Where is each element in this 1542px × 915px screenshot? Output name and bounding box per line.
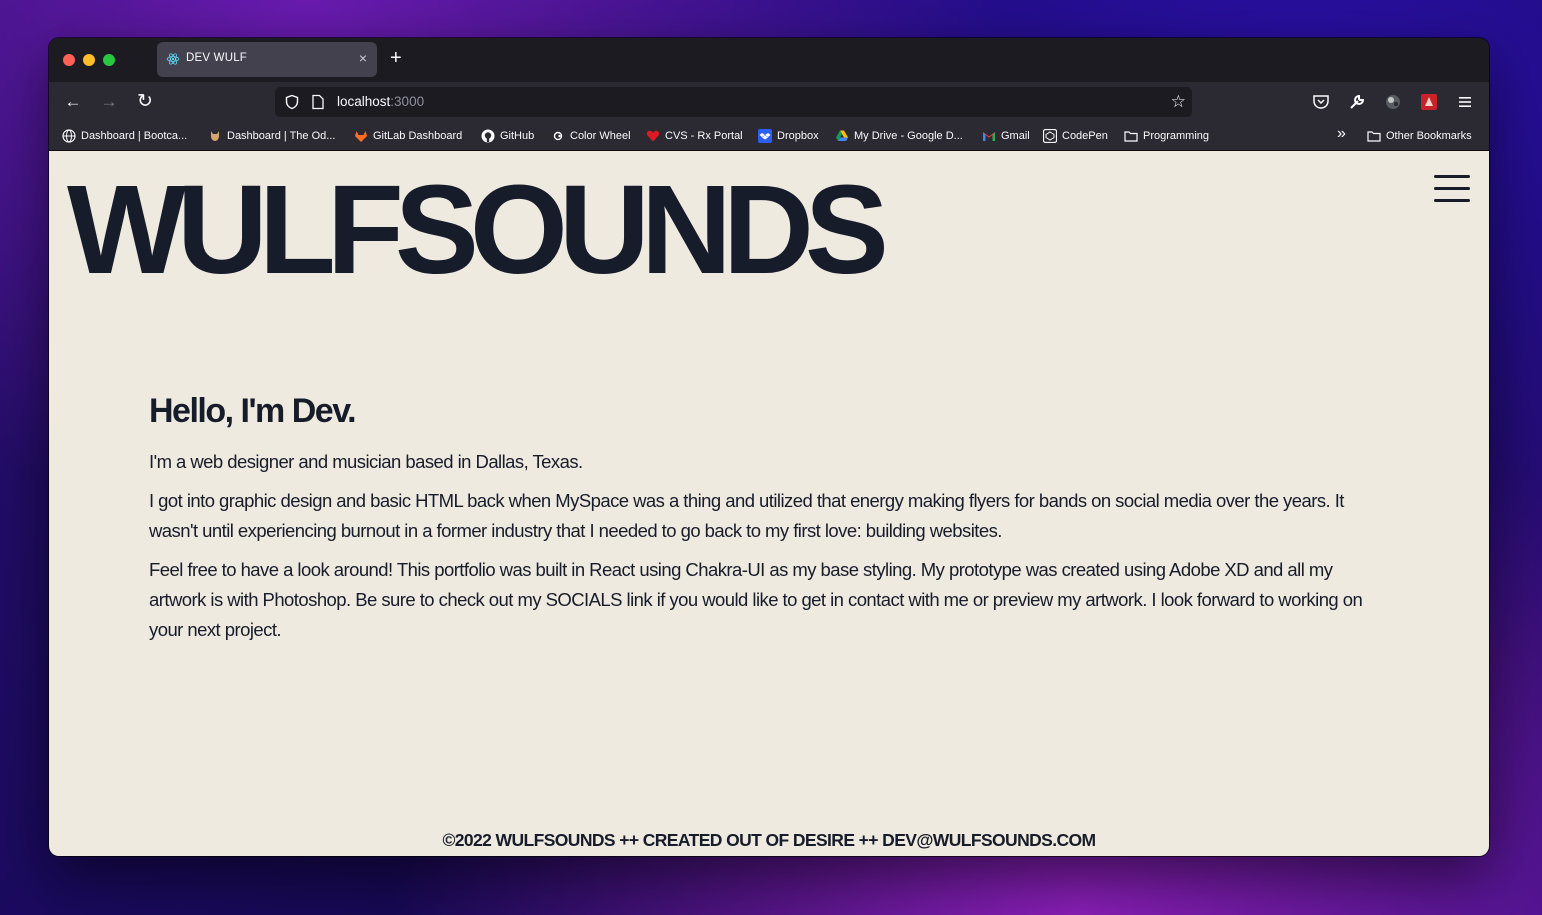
tab-close-icon[interactable]: ×	[359, 50, 367, 66]
extension-icon[interactable]	[1383, 92, 1403, 112]
zoom-window-button[interactable]	[103, 54, 115, 66]
tab-title: DEV WULF	[186, 52, 248, 64]
shield-icon[interactable]	[284, 94, 300, 110]
bookmark-item[interactable]: Gmail	[982, 128, 1030, 144]
bookmark-item[interactable]: My Drive - Google D...	[835, 128, 963, 144]
bookmark-star-icon[interactable]: ☆	[1171, 92, 1186, 112]
bookmarks-overflow-chevron-icon[interactable]: »	[1337, 125, 1346, 142]
drive-icon	[836, 130, 848, 141]
menu-icon[interactable]	[1455, 92, 1475, 112]
intro-heading: Hello, I'm Dev.	[149, 392, 357, 430]
url-text[interactable]: localhost:3000	[337, 94, 424, 109]
browser-window: DEV WULF × + ← → ↻ localhost:3000 ☆ Dash…	[49, 38, 1489, 856]
tab-strip: DEV WULF × +	[49, 38, 1489, 82]
dropbox-icon	[758, 129, 772, 143]
heart-icon	[646, 130, 660, 142]
gmail-icon	[983, 132, 995, 141]
reload-button[interactable]: ↻	[134, 91, 156, 113]
bookmark-item[interactable]: Dropbox	[758, 128, 819, 144]
codepen-icon	[1043, 129, 1057, 143]
folder-icon	[1367, 131, 1381, 142]
site-footer: ©2022 WULFSOUNDS ++ CREATED OUT OF DESIR…	[442, 830, 1096, 850]
intro-paragraph: I'm a web designer and musician based in…	[149, 451, 583, 472]
bookmark-item[interactable]: GitLab Dashboard	[354, 128, 462, 144]
react-icon	[166, 53, 180, 65]
pocket-icon[interactable]	[1311, 92, 1331, 112]
site-logo[interactable]: WULFSOUNDS	[67, 155, 889, 305]
bookmark-folder-programming[interactable]: Programming	[1124, 128, 1209, 144]
bookmark-item[interactable]: Dashboard | The Od...	[208, 128, 335, 144]
bookmark-item[interactable]: Color Wheel	[551, 128, 631, 144]
back-button[interactable]: ←	[62, 91, 84, 113]
new-tab-button[interactable]: +	[390, 48, 402, 68]
tab-dev-wulf[interactable]: DEV WULF ×	[157, 42, 377, 77]
page-content: WULFSOUNDS Hello, I'm Dev. I'm a web des…	[49, 151, 1489, 856]
bookmark-item[interactable]: Dashboard | Bootca...	[62, 128, 187, 144]
gitlab-icon	[355, 131, 367, 142]
page-icon	[312, 94, 324, 110]
color-wheel-icon	[553, 131, 563, 141]
wrench-icon[interactable]	[1347, 92, 1367, 112]
minimize-window-button[interactable]	[83, 54, 95, 66]
portfolio-paragraph: Feel free to have a look around! This po…	[149, 559, 1363, 640]
close-window-button[interactable]	[63, 54, 75, 66]
forward-button[interactable]: →	[98, 91, 120, 113]
navigation-bar: ← → ↻ localhost:3000 ☆	[49, 82, 1489, 122]
other-bookmarks-folder[interactable]: Other Bookmarks	[1367, 128, 1472, 144]
bookmark-item[interactable]: CVS - Rx Portal	[646, 128, 743, 144]
hamburger-menu-icon[interactable]	[1434, 175, 1470, 203]
odin-icon	[211, 131, 219, 141]
bookmark-item[interactable]: GitHub	[481, 128, 534, 144]
github-icon	[481, 129, 495, 143]
bookmarks-toolbar: Dashboard | Bootca... Dashboard | The Od…	[49, 122, 1489, 151]
folder-icon	[1124, 131, 1138, 142]
background-paragraph: I got into graphic design and basic HTML…	[149, 490, 1344, 541]
avatar-icon[interactable]	[1419, 92, 1439, 112]
bookmark-item[interactable]: CodePen	[1043, 128, 1108, 144]
url-bar[interactable]: localhost:3000 ☆	[275, 87, 1192, 117]
globe-icon	[62, 129, 76, 143]
